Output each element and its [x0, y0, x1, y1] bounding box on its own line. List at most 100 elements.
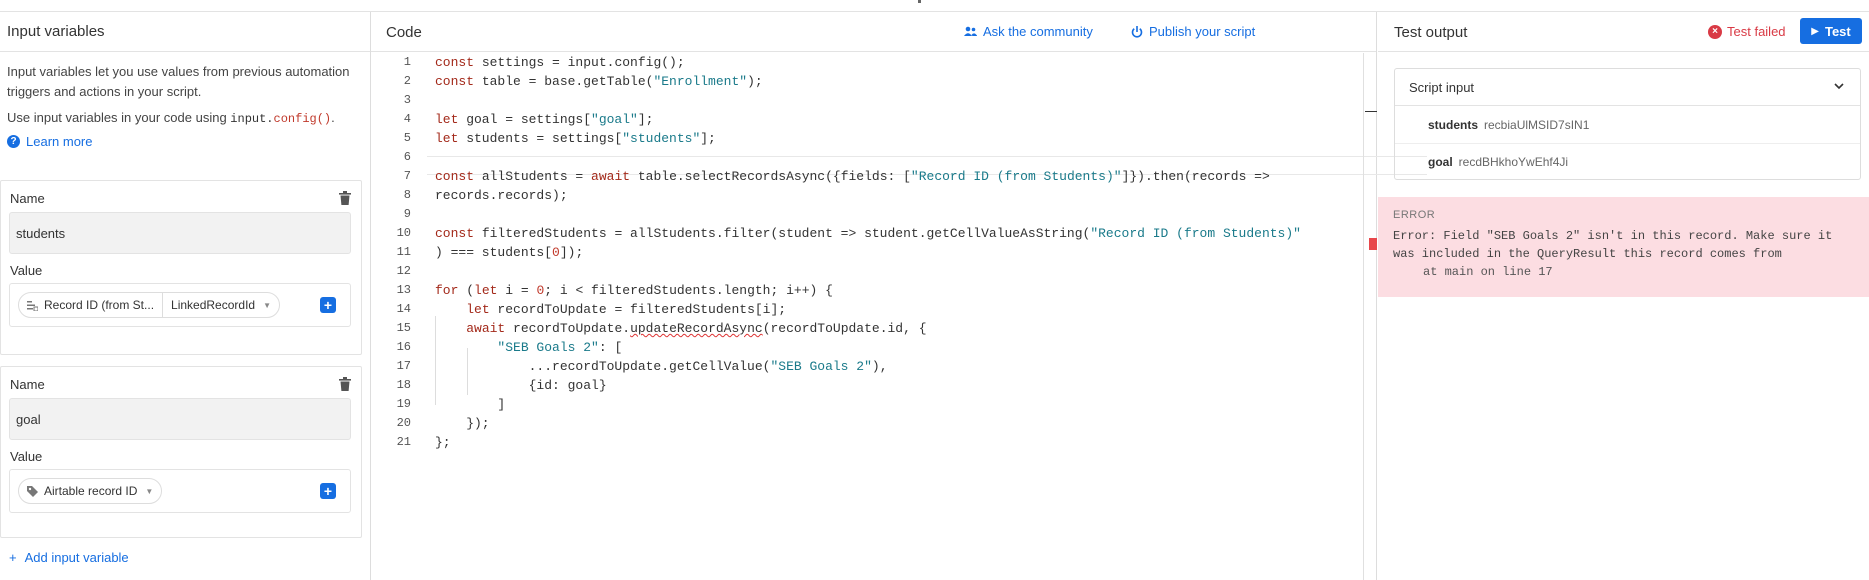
tag-icon — [27, 485, 38, 497]
code-text: }); — [435, 416, 490, 431]
code-line: 1 const settings = input.config(); — [371, 53, 1363, 72]
code-text: }; — [435, 435, 451, 450]
code-line: 9 — [371, 205, 1363, 224]
code-line: 2 const table = base.getTable("Enrollment… — [371, 72, 1363, 91]
learn-more-link[interactable]: ? Learn more — [0, 129, 370, 151]
error-location: at main on line 17 — [1423, 265, 1553, 279]
input-variable-card: Name students Value Record ID (from St..… — [0, 180, 362, 355]
input-variable-card: Name goal Value Airtable record ID ▼ + — [0, 366, 362, 538]
test-output-header: Test output × Test failed ▶ Test — [1378, 12, 1869, 52]
code-line: 10 const filteredStudents = allStudents.f… — [371, 224, 1363, 243]
error-output: ERROR Error: Field "SEB Goals 2" isn't i… — [1378, 197, 1869, 297]
line-number: 14 — [396, 302, 411, 316]
code-title: Code — [386, 24, 422, 41]
line-number: 5 — [403, 131, 411, 145]
trash-icon[interactable] — [339, 377, 351, 391]
add-input-variable-label: Add input variable — [24, 550, 129, 565]
code-text: ...recordToUpdate.getCellValue("SEB Goal… — [435, 359, 888, 374]
code-text: const filteredStudents = allStudents.fil… — [435, 226, 1301, 241]
line-number: 16 — [396, 340, 411, 354]
editor-scrollbar[interactable] — [1363, 53, 1364, 580]
code-line: 7 const allStudents = await table.selectR… — [371, 167, 1363, 186]
code-line: 3 — [371, 91, 1363, 110]
line-number: 18 — [396, 378, 411, 392]
token-field-segment[interactable]: Airtable record ID ▼ — [19, 479, 161, 503]
code-text: const allStudents = await table.selectRe… — [435, 169, 1270, 184]
name-label: Name — [10, 377, 45, 392]
code-text: const settings = input.config(); — [435, 55, 685, 70]
line-number: 3 — [403, 93, 411, 107]
line-number: 2 — [403, 74, 411, 88]
test-output-panel: Test output × Test failed ▶ Test Script … — [1378, 12, 1869, 580]
line-number: 21 — [396, 435, 411, 449]
input-key: students — [1428, 117, 1479, 132]
code-text: await recordToUpdate.updateRecordAsync(r… — [466, 321, 927, 336]
code-header: Code Ask the community Publish your scri… — [371, 12, 1376, 52]
token-type-segment[interactable]: LinkedRecordId ▼ — [162, 293, 279, 317]
line-number: 4 — [403, 112, 411, 126]
code-text: ) === students[0]); — [435, 245, 584, 260]
token-field-label: Record ID (from St... — [44, 298, 155, 312]
play-icon: ▶ — [1811, 25, 1819, 37]
line-number: 20 — [396, 416, 411, 430]
ask-community-link[interactable]: Ask the community — [964, 24, 1093, 39]
variable-name-input[interactable]: goal — [9, 398, 351, 440]
line-number: 15 — [396, 321, 411, 335]
test-button-label: Test — [1824, 23, 1851, 39]
line-number: 10 — [396, 226, 411, 240]
code-text: ] — [435, 397, 506, 412]
test-status-label: Test failed — [1727, 24, 1786, 39]
insert-value-button[interactable]: + — [320, 483, 336, 499]
code-line: 5 let students = settings["students"]; — [371, 129, 1363, 148]
script-input-row: goal recdBHkhoYwEhf4Ji — [1395, 143, 1860, 180]
value-token[interactable]: Airtable record ID ▼ — [18, 478, 163, 504]
line-number: 12 — [396, 264, 411, 278]
insert-value-button[interactable]: + — [320, 297, 336, 313]
error-message: Error: Field "SEB Goals 2" isn't in this… — [1393, 229, 1833, 261]
variable-value-field: Airtable record ID ▼ + — [9, 469, 351, 513]
people-icon — [964, 26, 977, 36]
caret-down-icon: ▼ — [263, 300, 272, 310]
code-line: 11 ) === students[0]); — [371, 243, 1363, 262]
variable-value-field: Record ID (from St... LinkedRecordId ▼ + — [9, 283, 351, 327]
code-text: records.records); — [435, 188, 568, 203]
field-icon — [27, 300, 38, 311]
caret-down-icon: ▼ — [145, 486, 154, 496]
name-label: Name — [10, 191, 45, 206]
value-label: Value — [10, 449, 43, 464]
token-field-segment[interactable]: Record ID (from St... — [19, 293, 162, 317]
usage-code-b: config() — [273, 112, 332, 126]
error-x-icon: × — [1708, 24, 1722, 39]
line-number: 1 — [403, 55, 411, 69]
variable-name-input[interactable]: students — [9, 212, 351, 254]
overview-ruler-cursor — [1365, 111, 1377, 112]
line-number: 19 — [396, 397, 411, 411]
value-token[interactable]: Record ID (from St... LinkedRecordId ▼ — [18, 292, 281, 318]
test-status: × Test failed — [1708, 24, 1786, 39]
add-input-variable-button[interactable]: + Add input variable — [9, 550, 129, 565]
code-text: {id: goal} — [435, 378, 607, 393]
code-line: 20 }); — [371, 414, 1363, 433]
code-line: 8 records.records); — [371, 186, 1363, 205]
line-number: 11 — [396, 245, 411, 259]
usage-hint: Use input variables in your code using i… — [0, 102, 370, 129]
script-input-header[interactable]: Script input — [1395, 69, 1860, 106]
plus-icon: + — [9, 550, 17, 565]
line-number: 17 — [396, 359, 411, 373]
overview-ruler-error-marker — [1369, 238, 1377, 250]
code-line: 15 await recordToUpdate.updateRecordAsyn… — [371, 319, 1363, 338]
error-title: ERROR — [1393, 209, 1436, 221]
input-variables-description: Input variables let you use values from … — [7, 64, 350, 99]
trash-icon[interactable] — [339, 191, 351, 205]
help-icon: ? — [7, 134, 20, 148]
code-line: 12 — [371, 262, 1363, 281]
publish-script-link[interactable]: Publish your script — [1131, 24, 1255, 39]
token-type-label: LinkedRecordId — [171, 298, 256, 312]
code-line: 17 ...recordToUpdate.getCellValue("SEB G… — [371, 357, 1363, 376]
token-field-label: Airtable record ID — [44, 484, 138, 498]
window-top-strip — [0, 0, 1869, 12]
test-button[interactable]: ▶ Test — [1800, 18, 1862, 44]
ask-community-label: Ask the community — [983, 24, 1093, 39]
code-editor[interactable]: 1 const settings = input.config(); 2 const… — [371, 53, 1427, 580]
code-panel: Code Ask the community Publish your scri… — [371, 12, 1427, 580]
